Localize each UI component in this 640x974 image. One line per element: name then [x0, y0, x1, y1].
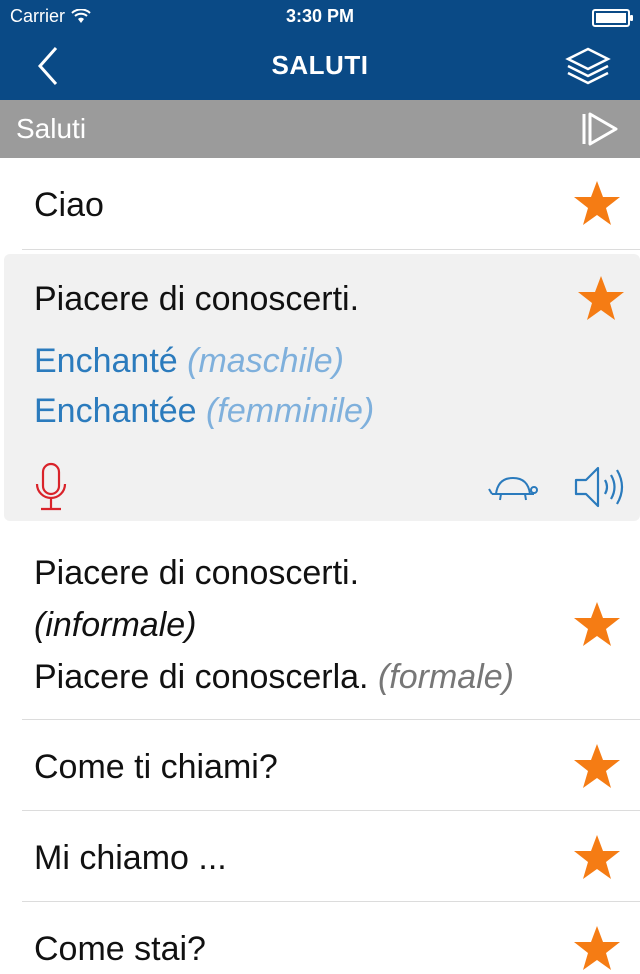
- status-bar: Carrier 3:30 PM: [0, 0, 640, 34]
- phrase-text: Come stai?: [34, 930, 206, 968]
- battery-icon: [592, 9, 633, 27]
- phrase-line: Piacere di conoscerla. (formale): [34, 658, 514, 697]
- microphone-icon[interactable]: [34, 462, 68, 512]
- phrase-hint: (informale): [34, 606, 197, 644]
- phrase-text: Piacere di conoscerti.: [34, 554, 360, 592]
- phrase-hint: (formale): [377, 658, 514, 696]
- star-icon[interactable]: [572, 179, 622, 229]
- turtle-icon[interactable]: [488, 472, 538, 506]
- star-icon[interactable]: [572, 600, 622, 650]
- star-icon[interactable]: [576, 274, 626, 324]
- translation-line: Enchantée (femminile): [34, 392, 374, 431]
- phrase-text: Piacere di conoscerla.: [34, 658, 369, 696]
- section-header: Saluti: [0, 100, 640, 158]
- speaker-icon[interactable]: [572, 464, 628, 510]
- translation-hint: (maschile): [187, 342, 344, 380]
- phrase-text: Piacere di conoscerti.: [34, 280, 360, 318]
- status-time: 3:30 PM: [285, 6, 355, 26]
- divider: [22, 249, 640, 250]
- star-icon[interactable]: [572, 833, 622, 883]
- phrase-text: Ciao: [34, 186, 104, 224]
- nav-bar: Carrier 3:30 PM SALUTI: [0, 0, 640, 100]
- phrase-text: Mi chiamo ...: [34, 839, 227, 877]
- list-item[interactable]: Mi chiamo ...: [0, 811, 640, 902]
- star-icon[interactable]: [572, 742, 622, 792]
- list-item[interactable]: Come ti chiami?: [0, 720, 640, 811]
- phrase-text: Come ti chiami?: [34, 748, 278, 786]
- star-icon[interactable]: [572, 924, 622, 974]
- battery-fill: [596, 13, 626, 23]
- translation-hint: (femminile): [206, 392, 375, 430]
- list-item[interactable]: Come stai?: [0, 902, 640, 970]
- translation-text: Enchanté: [34, 342, 178, 380]
- page-title: SALUTI: [271, 50, 369, 80]
- list-item[interactable]: Piacere di conoscerti. (informale) Piace…: [0, 530, 640, 720]
- play-all-icon[interactable]: [580, 110, 620, 148]
- translation-text: Enchantée: [34, 392, 197, 430]
- expanded-list-item[interactable]: Piacere di conoscerti. Enchanté (maschil…: [4, 254, 640, 521]
- layers-icon[interactable]: [564, 45, 612, 87]
- translation-line: Enchanté (maschile): [34, 342, 344, 381]
- section-label: Saluti: [16, 113, 87, 144]
- list-item[interactable]: Ciao: [0, 158, 640, 250]
